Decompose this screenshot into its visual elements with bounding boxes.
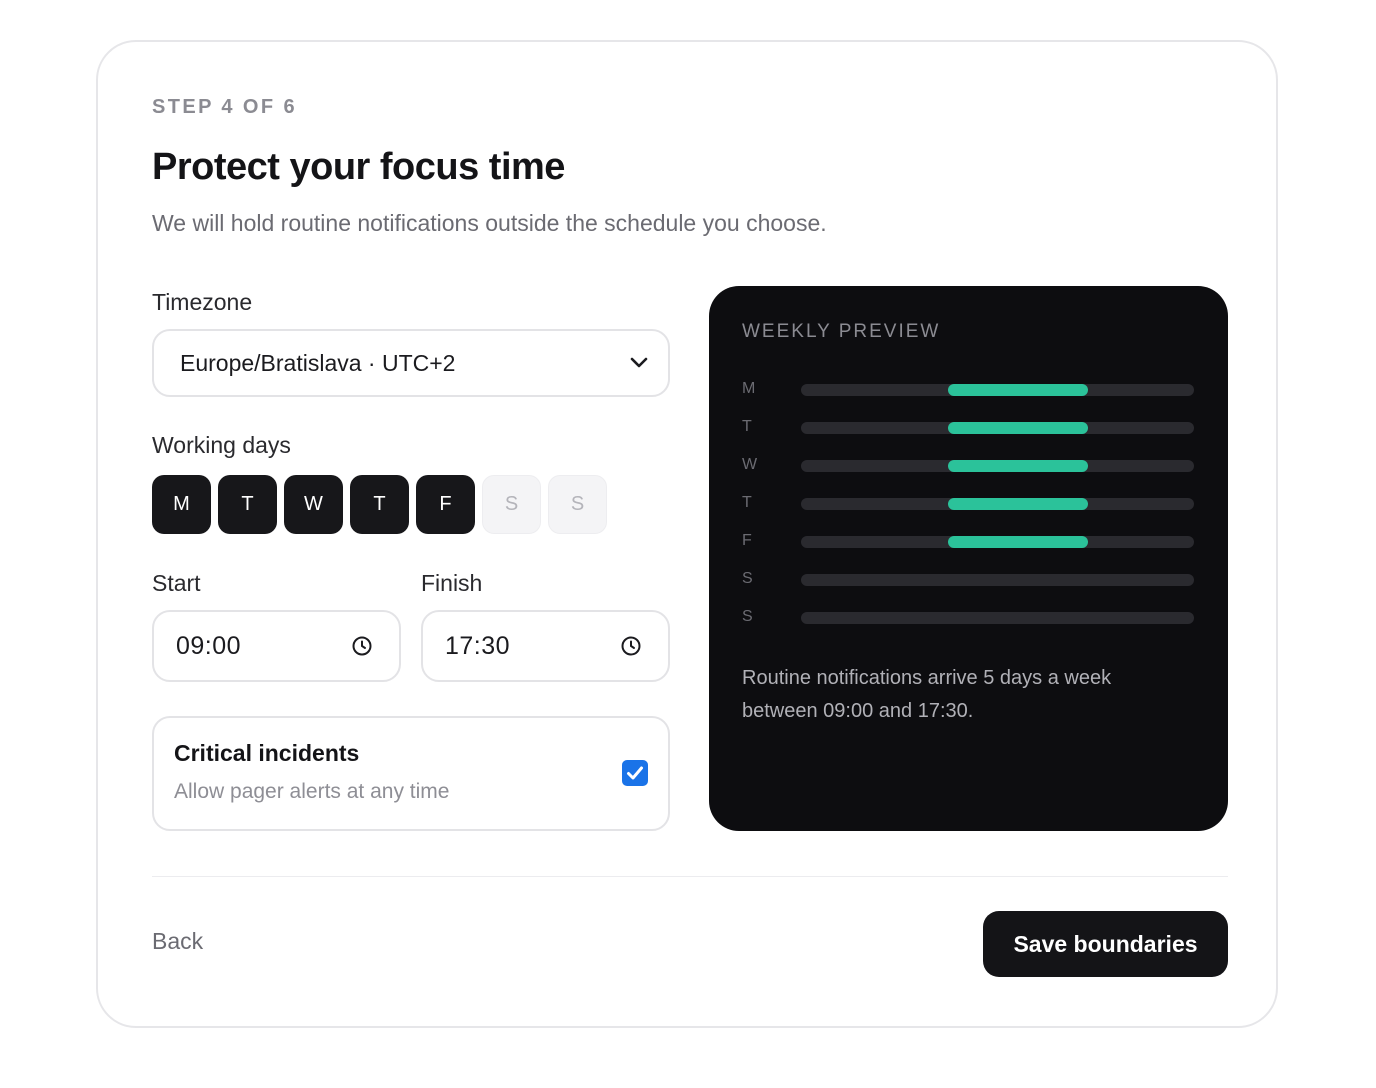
preview-day-track [801,498,1194,510]
timezone-select[interactable]: Europe/Bratislava · UTC+2 [152,329,670,397]
working-days-toggle-group: M T W T F S S [152,475,607,534]
chevron-down-icon [630,357,648,368]
day-toggle-wednesday[interactable]: W [284,475,343,534]
preview-summary: Routine notifications arrive 5 days a we… [742,667,1112,722]
preview-day-track [801,612,1194,624]
preview-row-monday: M [742,378,1194,402]
page-title: Protect your focus time [152,146,565,188]
day-toggle-monday[interactable]: M [152,475,211,534]
weekly-preview-panel: WEEKLY PREVIEW M T W T F S S Routine notificat… [709,286,1228,831]
start-time-value: 09:00 [176,631,242,660]
onboarding-card: STEP 4 OF 6 Protect your focus time We w… [96,40,1278,1028]
preview-day-track [801,384,1194,396]
timezone-label: Timezone [152,289,253,315]
preview-day-track [801,536,1194,548]
footer-divider [152,876,1228,877]
preview-day-track [801,460,1194,472]
critical-incidents-description: Allow pager alerts at any time [174,780,450,803]
preview-row-friday: F [742,530,1194,554]
critical-incidents-title: Critical incidents [174,740,360,766]
preview-notification-window [948,498,1088,510]
start-label: Start [152,570,201,596]
page-subtitle: We will hold routine notifications outsi… [152,210,827,236]
start-time-input[interactable]: 09:00 [152,610,401,682]
preview-notification-window [948,384,1088,396]
critical-incidents-checkbox[interactable] [622,760,648,786]
weekly-preview-title: WEEKLY PREVIEW [742,321,941,342]
day-toggle-tuesday[interactable]: T [218,475,277,534]
preview-row-saturday: S [742,568,1194,592]
preview-day-track [801,422,1194,434]
preview-notification-window [948,536,1088,548]
day-toggle-sunday[interactable]: S [548,475,607,534]
preview-day-label: F [742,532,752,549]
clock-icon[interactable] [351,635,373,657]
preview-row-sunday: S [742,606,1194,630]
clock-icon[interactable] [620,635,642,657]
preview-day-label: S [742,570,753,587]
finish-time-value: 17:30 [445,631,511,660]
preview-notification-window [948,422,1088,434]
preview-day-track [801,574,1194,586]
timezone-value: Europe/Bratislava · UTC+2 [180,349,456,376]
day-toggle-saturday[interactable]: S [482,475,541,534]
checkmark-icon [627,766,643,780]
day-toggle-friday[interactable]: F [416,475,475,534]
day-toggle-thursday[interactable]: T [350,475,409,534]
preview-notification-window [948,460,1088,472]
step-indicator: STEP 4 OF 6 [152,96,297,118]
finish-time-input[interactable]: 17:30 [421,610,670,682]
preview-day-label: T [742,494,752,511]
preview-day-label: S [742,608,753,625]
preview-row-wednesday: W [742,454,1194,478]
preview-day-label: W [742,456,758,473]
preview-day-label: M [742,380,756,397]
save-boundaries-button[interactable]: Save boundaries [983,911,1228,977]
finish-label: Finish [421,570,483,596]
preview-row-thursday: T [742,492,1194,516]
working-days-label: Working days [152,432,291,458]
preview-row-tuesday: T [742,416,1194,440]
critical-incidents-option[interactable]: Critical incidents Allow pager alerts at… [152,716,670,831]
preview-day-label: T [742,418,752,435]
back-button[interactable]: Back [152,928,203,955]
